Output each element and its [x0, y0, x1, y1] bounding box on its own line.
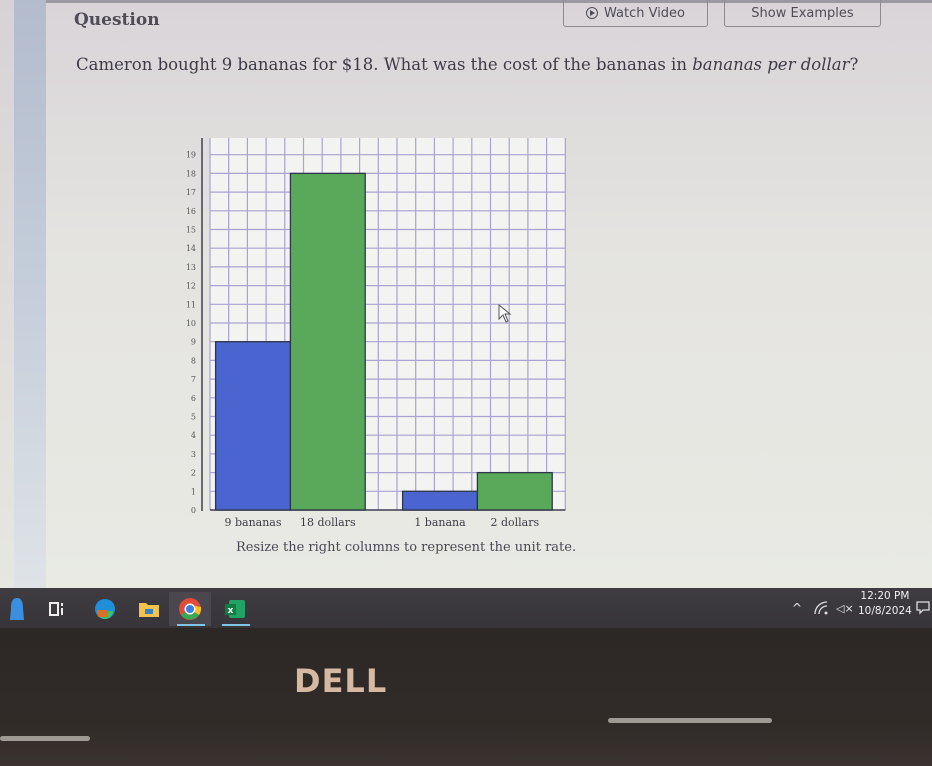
- y-tick-label: 3: [191, 450, 196, 459]
- file-explorer-button[interactable]: [128, 592, 170, 626]
- left-sidebar-strip: [14, 0, 46, 588]
- question-heading: Question: [74, 10, 160, 30]
- y-tick-label: 7: [191, 375, 196, 384]
- widgets-icon: [10, 598, 24, 620]
- question-text-italic: bananas per dollar: [692, 55, 850, 74]
- y-tick-label: 0: [191, 506, 196, 515]
- y-tick-label: 8: [191, 356, 196, 365]
- mouse-cursor-icon: [498, 304, 512, 323]
- y-tick-label: 18: [186, 169, 196, 178]
- bar-2-dollars: [476, 471, 553, 511]
- clock-time: 12:20 PM: [860, 590, 910, 602]
- y-tick-label: 6: [191, 394, 196, 403]
- hinge-center: [608, 718, 772, 723]
- watch-video-label: Watch Video: [603, 5, 686, 21]
- edge-button[interactable]: [84, 592, 126, 626]
- y-tick-label: 13: [186, 263, 196, 272]
- clock-date: 10/8/2024: [858, 605, 912, 617]
- laptop-bezel: [0, 628, 932, 766]
- chrome-active-indicator: [177, 624, 205, 626]
- y-tick-label: 11: [186, 300, 196, 309]
- x-category-label: 18 dollars: [300, 516, 356, 529]
- y-tick-label: 15: [186, 226, 196, 235]
- volume-button[interactable]: ◁×: [836, 588, 854, 628]
- y-tick-label: 19: [186, 151, 196, 160]
- question-text-end: ?: [849, 55, 859, 74]
- y-tick-label: 9: [191, 338, 196, 347]
- task-view-icon: [49, 602, 63, 616]
- bar-9-bananas: [214, 341, 292, 511]
- screen: Question Watch Video Show Examples Camer…: [0, 0, 932, 588]
- svg-text:x: x: [228, 606, 234, 616]
- y-tick-label: 2: [191, 469, 196, 478]
- x-category-label: 9 bananas: [224, 516, 281, 529]
- widgets-button[interactable]: [0, 592, 34, 626]
- notification-icon: [916, 601, 930, 615]
- chrome-button[interactable]: [169, 592, 211, 626]
- show-examples-label: Show Examples: [751, 5, 854, 21]
- wifi-icon: [814, 601, 828, 615]
- excel-icon: x: [225, 600, 245, 618]
- question-text-main: Cameron bought 9 bananas for $18. What w…: [76, 55, 693, 74]
- y-tick-label: 10: [186, 319, 196, 328]
- y-tick-label: 1: [191, 487, 196, 496]
- chevron-up-icon: ^: [792, 601, 803, 615]
- show-examples-button[interactable]: Show Examples: [724, 0, 881, 27]
- chrome-icon: [179, 598, 202, 620]
- resize-handle-1-banana[interactable]: [403, 488, 478, 494]
- x-category-label: 2 dollars: [490, 516, 539, 529]
- y-tick-label: 5: [191, 413, 196, 422]
- notifications-button[interactable]: [916, 588, 930, 628]
- edge-icon: [95, 599, 115, 619]
- left-panel: [0, 0, 14, 588]
- excel-button[interactable]: x: [214, 592, 256, 626]
- task-view-button[interactable]: [36, 592, 78, 626]
- y-tick-label: 16: [186, 207, 196, 216]
- watch-video-button[interactable]: Watch Video: [563, 0, 708, 27]
- y-tick-label: 12: [186, 282, 196, 291]
- y-tick-label: 14: [186, 244, 196, 253]
- y-tick-label: 17: [186, 188, 196, 197]
- speaker-muted-icon: ◁×: [836, 601, 854, 615]
- instruction-text: Resize the right columns to represent th…: [236, 540, 577, 555]
- resize-handle-2-dollars[interactable]: [477, 470, 552, 476]
- show-hidden-icons-button[interactable]: ^: [792, 588, 802, 628]
- play-icon: [585, 7, 598, 19]
- excel-active-indicator: [222, 624, 250, 626]
- dell-logo: DELL: [294, 662, 388, 700]
- system-clock[interactable]: 12:20 PM 10/8/2024: [858, 589, 912, 619]
- wifi-button[interactable]: [814, 588, 828, 628]
- x-category-label: 1 banana: [414, 516, 466, 529]
- taskbar: x ^ ◁×: [0, 588, 932, 628]
- y-tick-label: 4: [191, 431, 196, 440]
- question-text: Cameron bought 9 bananas for $18. What w…: [76, 55, 858, 74]
- folder-icon: [139, 603, 159, 617]
- hinge-left: [0, 736, 90, 741]
- bar-chart: 0123456789101112131415161718199 bananas 1…: [186, 138, 566, 529]
- bar-18-dollars: [289, 172, 366, 511]
